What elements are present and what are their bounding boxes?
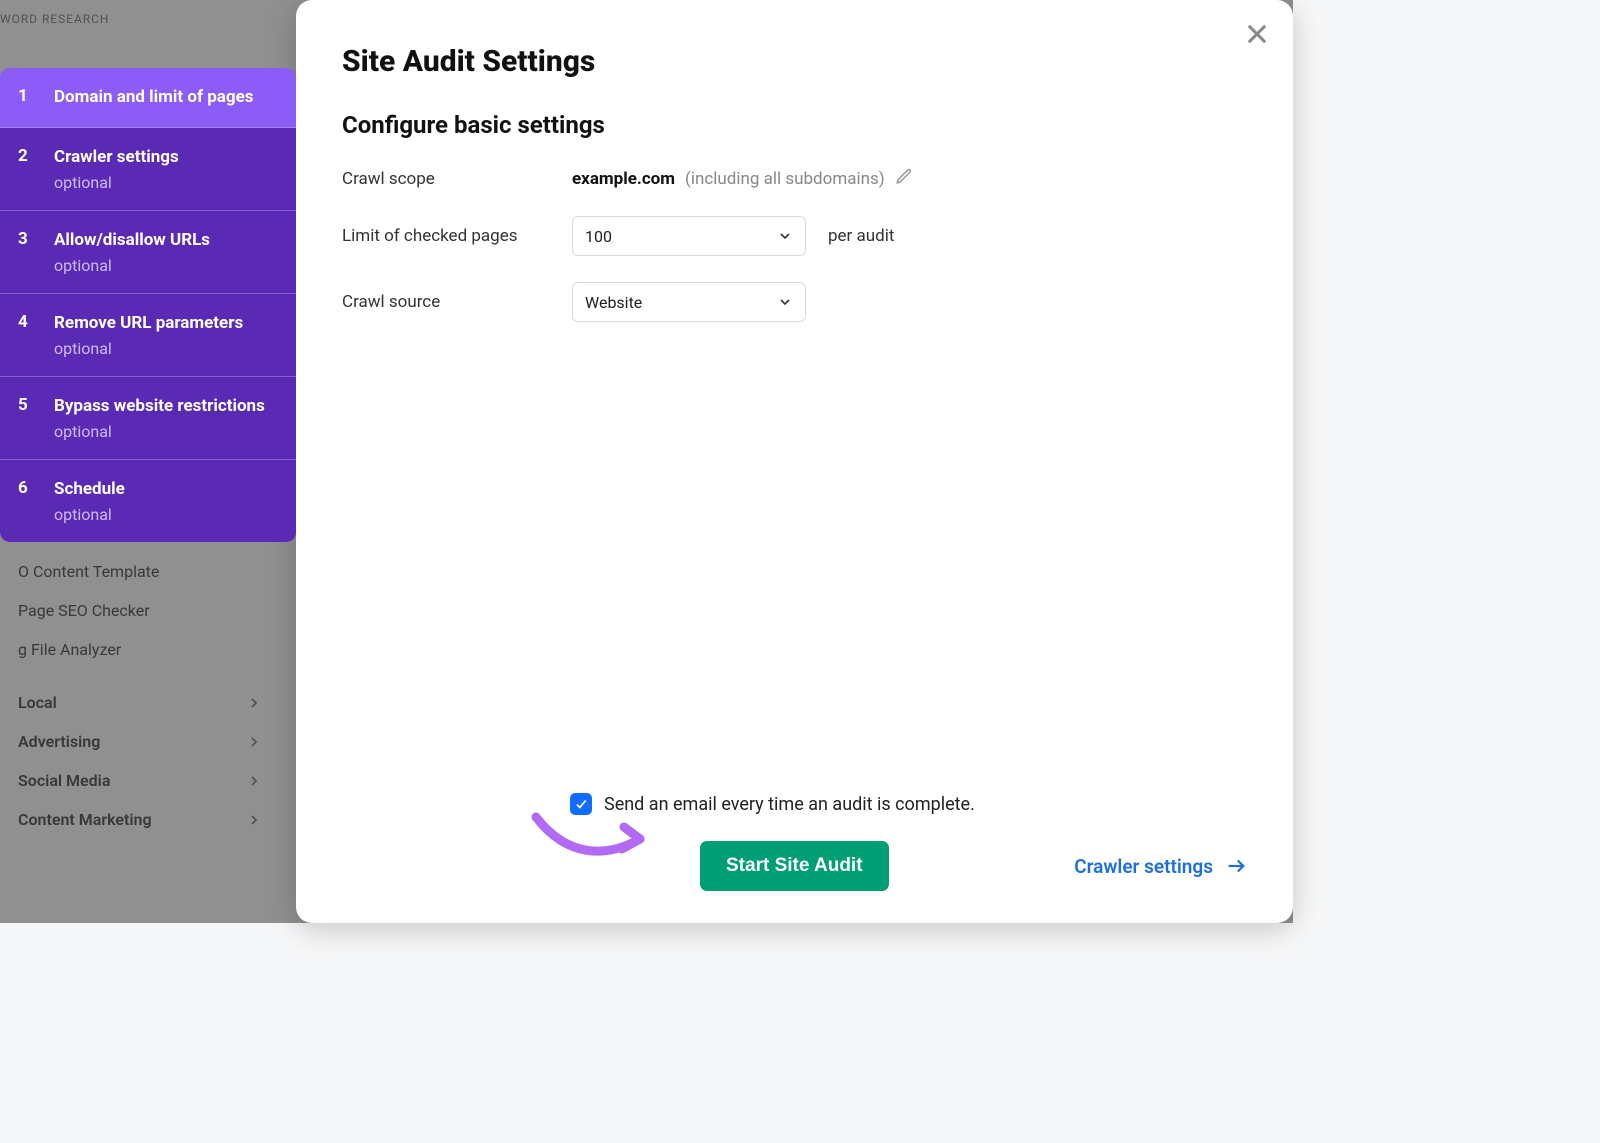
step-title: Domain and limit of pages: [54, 86, 278, 109]
wizard-step-5[interactable]: 5 Bypass website restrictions optional: [0, 377, 296, 460]
step-title: Crawler settings: [54, 146, 278, 169]
email-label: Send an email every time an audit is com…: [604, 794, 975, 815]
panel-footer: Send an email every time an audit is com…: [342, 793, 1247, 891]
step-optional: optional: [54, 339, 278, 358]
limit-select[interactable]: 100: [572, 216, 806, 256]
row-crawl-scope: Crawl scope example.com (including all s…: [342, 167, 1247, 190]
next-link-label: Crawler settings: [1074, 855, 1213, 878]
crawl-scope-note: (including all subdomains): [685, 169, 885, 189]
row-source: Crawl source Website: [342, 282, 1247, 322]
arrow-right-icon: [1225, 855, 1247, 877]
step-title: Remove URL parameters: [54, 312, 278, 335]
wizard-step-2[interactable]: 2 Crawler settings optional: [0, 128, 296, 211]
chevron-down-icon: [777, 294, 793, 310]
step-optional: optional: [54, 505, 278, 524]
limit-label: Limit of checked pages: [342, 226, 572, 246]
step-optional: optional: [54, 256, 278, 275]
site-audit-modal: Site Audit Settings Configure basic sett…: [0, 0, 1293, 923]
source-label: Crawl source: [342, 292, 572, 312]
step-title: Allow/disallow URLs: [54, 229, 278, 252]
step-title: Schedule: [54, 478, 278, 501]
section-title: Configure basic settings: [342, 111, 1247, 139]
step-number: 6: [18, 478, 36, 524]
crawler-settings-link[interactable]: Crawler settings: [1074, 855, 1247, 878]
source-select[interactable]: Website: [572, 282, 806, 322]
row-limit: Limit of checked pages 100 per audit: [342, 216, 1247, 256]
crawl-scope-label: Crawl scope: [342, 169, 572, 189]
step-number: 2: [18, 146, 36, 192]
step-optional: optional: [54, 422, 278, 441]
limit-value: 100: [585, 227, 612, 246]
wizard-steps: 1 Domain and limit of pages 2 Crawler se…: [0, 68, 296, 542]
settings-form: Crawl scope example.com (including all s…: [342, 167, 1247, 348]
source-value: Website: [585, 293, 642, 312]
wizard-step-4[interactable]: 4 Remove URL parameters optional: [0, 294, 296, 377]
step-number: 3: [18, 229, 36, 275]
start-audit-button[interactable]: Start Site Audit: [700, 841, 889, 891]
step-number: 5: [18, 395, 36, 441]
footer-actions: Start Site Audit Crawler settings: [570, 841, 1247, 891]
step-title: Bypass website restrictions: [54, 395, 278, 418]
wizard-step-1[interactable]: 1 Domain and limit of pages: [0, 68, 296, 128]
settings-panel: Site Audit Settings Configure basic sett…: [296, 0, 1293, 923]
close-button[interactable]: [1243, 20, 1271, 52]
per-audit-label: per audit: [828, 226, 894, 246]
step-number: 4: [18, 312, 36, 358]
step-optional: optional: [54, 173, 278, 192]
wizard-step-6[interactable]: 6 Schedule optional: [0, 460, 296, 542]
close-icon: [1243, 20, 1271, 48]
annotation-arrow: [528, 809, 658, 873]
panel-title: Site Audit Settings: [342, 44, 1247, 79]
edit-scope-button[interactable]: [895, 167, 913, 190]
step-number: 1: [18, 86, 36, 109]
chevron-down-icon: [777, 228, 793, 244]
email-notify-row: Send an email every time an audit is com…: [570, 793, 1247, 815]
curved-arrow-icon: [528, 809, 658, 869]
pencil-icon: [895, 167, 913, 185]
crawl-scope-value: example.com: [572, 169, 675, 189]
wizard-step-3[interactable]: 3 Allow/disallow URLs optional: [0, 211, 296, 294]
